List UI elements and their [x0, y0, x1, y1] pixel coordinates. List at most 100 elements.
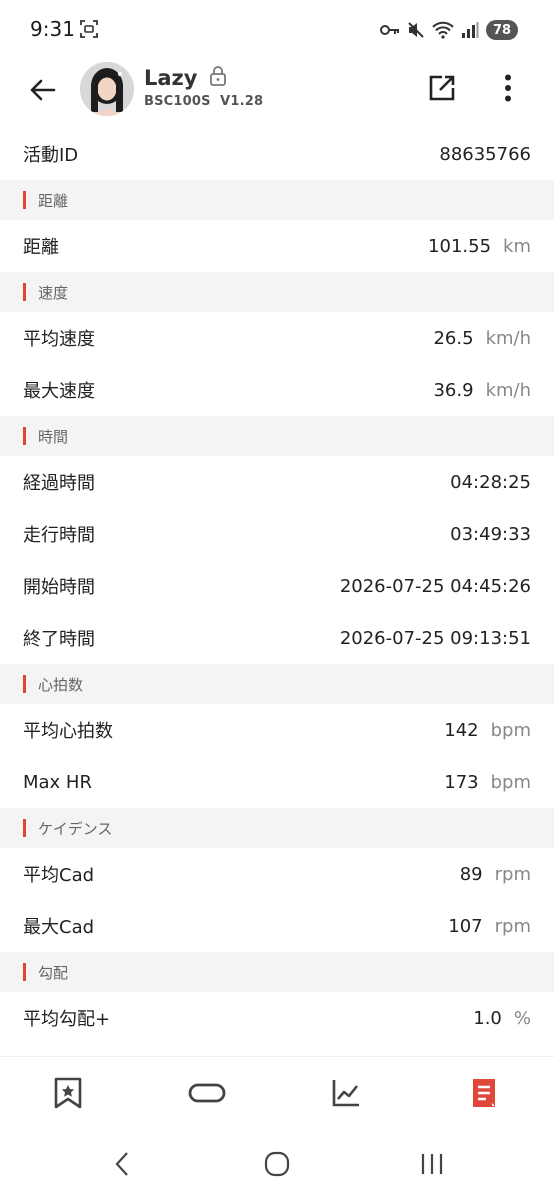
- status-icons: 78: [380, 18, 518, 42]
- stat-unit: rpm: [494, 915, 531, 937]
- stat-row-avg-hr: 平均心拍数 142 bpm: [0, 704, 554, 756]
- stat-row-avg-cadence: 平均Cad 89 rpm: [0, 848, 554, 900]
- stat-value: 36.9: [433, 379, 474, 401]
- section-header-speed: 速度: [0, 272, 554, 312]
- stat-value: 1.0: [473, 1007, 502, 1029]
- stat-value-group: 107 rpm: [448, 916, 531, 937]
- activity-detail-list[interactable]: 活動ID 88635766 距離 距離 101.55 km 速度 平均速度 26.…: [0, 128, 554, 1044]
- system-navigation: [0, 1132, 554, 1200]
- stat-row-avg-gradient: 平均勾配+ 1.0%: [0, 992, 554, 1044]
- section-title: 距離: [38, 191, 69, 210]
- stat-row-end-time: 終了時間 2026-07-25 09:13:51: [0, 612, 554, 664]
- stat-row-avg-speed: 平均速度 26.5 km/h: [0, 312, 554, 364]
- stat-row-max-cadence: 最大Cad 107 rpm: [0, 900, 554, 952]
- line-chart-icon: [331, 1078, 361, 1112]
- back-button[interactable]: [22, 72, 62, 112]
- stat-value: 107: [448, 915, 483, 937]
- stat-label: 走行時間: [23, 525, 95, 546]
- device-subtitle: BSC100S V1.28: [144, 94, 264, 109]
- stat-label: 最大速度: [23, 381, 95, 402]
- signal-icon: [461, 21, 479, 39]
- stat-value: 173: [444, 771, 479, 793]
- stat-label: 平均Cad: [23, 865, 95, 886]
- stat-label: 平均速度: [23, 329, 95, 350]
- section-title: 速度: [38, 283, 69, 302]
- avatar[interactable]: [80, 62, 134, 116]
- section-accent-bar: [23, 283, 26, 301]
- chevron-left-icon: [114, 1151, 130, 1181]
- stat-row-elapsed-time: 経過時間 04:28:25: [0, 456, 554, 508]
- stat-row-start-time: 開始時間 2026-07-25 04:45:26: [0, 560, 554, 612]
- section-accent-bar: [23, 427, 26, 445]
- section-title: 時間: [38, 427, 69, 446]
- section-title: 勾配: [38, 963, 69, 982]
- status-time: 9:31: [30, 17, 75, 41]
- app-title: Lazy: [144, 66, 198, 90]
- stat-label: 終了時間: [23, 629, 95, 650]
- recents-icon: [420, 1152, 444, 1180]
- section-header-cadence: ケイデンス: [0, 808, 554, 848]
- arrow-left-icon: [28, 78, 56, 106]
- more-options-button[interactable]: [490, 70, 526, 110]
- stat-value-group: 101.55 km: [428, 236, 531, 257]
- nav-tab-route[interactable]: [187, 1075, 227, 1115]
- stat-unit: rpm: [494, 863, 531, 885]
- section-header-gradient: 勾配: [0, 952, 554, 992]
- stat-row-distance: 距離 101.55 km: [0, 220, 554, 272]
- mute-icon: [407, 21, 425, 39]
- screenshot-icon: [80, 20, 98, 38]
- stat-value-group: 1.0%: [473, 1008, 531, 1029]
- activity-id-label: 活動ID: [23, 145, 79, 166]
- lock-icon: [209, 66, 227, 90]
- home-circle-icon: [264, 1151, 290, 1181]
- stat-value: 26.5: [433, 327, 474, 349]
- track-loop-icon: [188, 1082, 226, 1108]
- nav-tab-chart[interactable]: [326, 1075, 366, 1115]
- stat-unit: bpm: [490, 771, 531, 793]
- stat-label: 開始時間: [23, 577, 95, 598]
- stat-unit: km/h: [485, 327, 531, 349]
- stat-label: 平均心拍数: [23, 721, 113, 742]
- section-title: ケイデンス: [38, 819, 113, 838]
- stat-row-moving-time: 走行時間 03:49:33: [0, 508, 554, 560]
- stat-label: 平均勾配+: [23, 1009, 111, 1030]
- section-accent-bar: [23, 191, 26, 209]
- activity-id-value: 88635766: [439, 143, 531, 165]
- section-accent-bar: [23, 675, 26, 693]
- section-header-time: 時間: [0, 416, 554, 456]
- section-title: 心拍数: [38, 675, 84, 694]
- system-home-button[interactable]: [259, 1150, 295, 1182]
- more-vertical-icon: [504, 74, 512, 106]
- stat-row-max-speed: 最大速度 36.9 km/h: [0, 364, 554, 416]
- stat-value-group: 89 rpm: [460, 864, 531, 885]
- system-back-button[interactable]: [104, 1150, 140, 1182]
- stat-label: 距離: [23, 237, 59, 258]
- system-recents-button[interactable]: [414, 1150, 450, 1182]
- document-list-icon: [470, 1078, 498, 1112]
- stat-unit: %: [513, 1007, 531, 1029]
- stat-unit: km: [503, 235, 531, 257]
- stat-row-max-hr: Max HR 173 bpm: [0, 756, 554, 808]
- stat-value: 89: [459, 863, 483, 885]
- share-button[interactable]: [422, 70, 462, 110]
- activity-id-row: 活動ID 88635766: [0, 128, 554, 180]
- status-bar: 9:31 78: [0, 0, 554, 60]
- stat-value: 2026-07-25 09:13:51: [339, 627, 531, 649]
- stat-value-group: 36.9 km/h: [433, 380, 531, 401]
- bookmark-star-icon: [53, 1077, 83, 1113]
- nav-tab-bookmarks[interactable]: [48, 1075, 88, 1115]
- app-bar: Lazy BSC100S V1.28: [0, 60, 554, 126]
- stat-label: 最大Cad: [23, 917, 95, 938]
- stat-value: 142: [444, 719, 479, 741]
- stat-unit: bpm: [490, 719, 531, 741]
- battery-indicator: 78: [486, 20, 518, 40]
- stat-value: 101.55: [428, 235, 492, 257]
- stat-value: 2026-07-25 04:45:26: [339, 575, 531, 597]
- stat-value-group: 142 bpm: [444, 720, 531, 741]
- section-accent-bar: [23, 963, 26, 981]
- section-accent-bar: [23, 819, 26, 837]
- section-header-distance: 距離: [0, 180, 554, 220]
- wifi-icon: [432, 21, 454, 39]
- stat-unit: km/h: [485, 379, 531, 401]
- nav-tab-details[interactable]: [464, 1075, 504, 1115]
